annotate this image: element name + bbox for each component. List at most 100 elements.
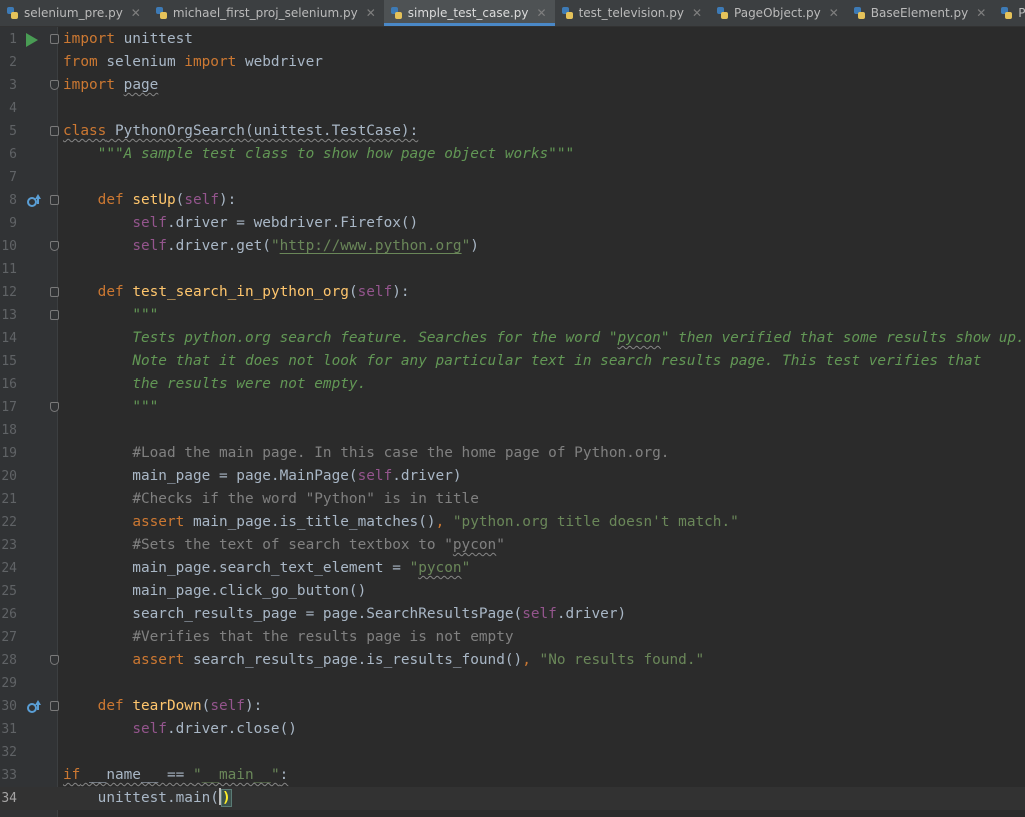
close-tab-icon[interactable]: ✕ <box>692 6 702 20</box>
code-line[interactable]: 2 from selenium import webdriver <box>0 51 1025 74</box>
tab-label: selenium_pre.py <box>24 6 123 20</box>
line-number: 15 <box>1 354 17 369</box>
code-line[interactable]: 15 Note that it does not look for any pa… <box>0 350 1025 373</box>
code-line[interactable]: 32 <box>0 741 1025 764</box>
code-token: pycon <box>418 560 462 576</box>
fold-marker-icon[interactable] <box>50 287 59 297</box>
tab-baseelement-py[interactable]: BaseElement.py ✕ <box>847 0 995 26</box>
code-text: self.driver.close() <box>63 718 297 741</box>
line-number: 26 <box>1 607 17 622</box>
code-token: self <box>210 698 245 714</box>
code-line[interactable]: 4 <box>0 97 1025 120</box>
code-text: assert search_results_page.is_results_fo… <box>63 649 704 672</box>
run-icon[interactable] <box>26 33 38 47</box>
code-line[interactable]: 6 """A sample test class to show how pag… <box>0 143 1025 166</box>
code-token: " <box>409 560 419 576</box>
fold-marker-icon[interactable] <box>50 126 59 136</box>
code-token: .driver.get( <box>166 238 271 254</box>
close-tab-icon[interactable]: ✕ <box>976 6 986 20</box>
line-number: 25 <box>1 584 17 599</box>
code-token: ): <box>392 284 410 300</box>
code-line[interactable]: 17 """ <box>0 396 1025 419</box>
fold-marker-icon[interactable] <box>50 241 59 251</box>
code-line[interactable]: 12 def test_search_in_python_org(self): <box>0 281 1025 304</box>
code-line[interactable]: 29 <box>0 672 1025 695</box>
code-line[interactable]: 13 """ <box>0 304 1025 327</box>
code-token: unittest.main( <box>63 790 219 806</box>
code-text: """ <box>63 304 158 327</box>
code-line[interactable]: 24 main_page.search_text_element = "pyco… <box>0 557 1025 580</box>
tab-simple-test-case-py[interactable]: simple_test_case.py ✕ <box>383 0 555 26</box>
code-token: " <box>496 537 505 553</box>
override-method-icon[interactable] <box>27 194 41 207</box>
code-line[interactable]: 31 self.driver.close() <box>0 718 1025 741</box>
editor-tab-bar: selenium_pre.py ✕ michael_first_proj_selen… <box>0 0 1025 27</box>
close-tab-icon[interactable]: ✕ <box>829 6 839 20</box>
code-token: main_page.search_text_element = <box>63 560 410 576</box>
fold-marker-icon[interactable] <box>50 402 59 412</box>
code-token: assert <box>132 514 185 530</box>
code-line[interactable]: 30 def tearDown(self): <box>0 695 1025 718</box>
line-number: 33 <box>1 768 17 783</box>
tab-test-television-py[interactable]: test_television.py ✕ <box>555 0 710 26</box>
code-text: main_page.click_go_button() <box>63 580 366 603</box>
code-token: def <box>97 698 124 714</box>
code-token: search_results_page = page.SearchResults… <box>63 606 523 622</box>
code-line[interactable]: 5 class PythonOrgSearch(unittest.TestCase… <box>0 120 1025 143</box>
code-token: .driver) <box>392 468 462 484</box>
code-line[interactable]: 28 assert search_results_page.is_results… <box>0 649 1025 672</box>
python-file-icon <box>1000 6 1013 20</box>
code-line[interactable]: 16 the results were not empty. <box>0 373 1025 396</box>
code-line[interactable]: 27 #Verifies that the results page is no… <box>0 626 1025 649</box>
fold-marker-icon[interactable] <box>50 195 59 205</box>
code-text: #Sets the text of search textbox to "pyc… <box>63 534 505 557</box>
tab-label: PageObject.py <box>734 6 821 20</box>
code-line[interactable]: 19 #Load the main page. In this case the… <box>0 442 1025 465</box>
code-line[interactable]: 25 main_page.click_go_button() <box>0 580 1025 603</box>
tab-label: michael_first_proj_selenium.py <box>172 6 358 20</box>
code-line[interactable]: 21 #Checks if the word "Python" is in ti… <box>0 488 1025 511</box>
code-text: from selenium import webdriver <box>63 51 323 74</box>
code-line[interactable]: 23 #Sets the text of search textbox to "… <box>0 534 1025 557</box>
fold-marker-icon[interactable] <box>50 34 59 44</box>
close-tab-icon[interactable]: ✕ <box>537 6 547 20</box>
code-line[interactable]: 33 if __name__ == "__main__": <box>0 764 1025 787</box>
tab-po-run-py[interactable]: PO_run.py✕ <box>994 0 1025 26</box>
code-line[interactable]: 22 assert main_page.is_title_matches(), … <box>0 511 1025 534</box>
code-editor[interactable]: 1 import unittest 2 from selenium import we… <box>0 27 1025 817</box>
code-line[interactable]: 34 unittest.main() <box>0 787 1025 810</box>
line-number: 20 <box>1 469 17 484</box>
code-line[interactable]: 14 Tests python.org search feature. Sear… <box>0 327 1025 350</box>
code-line[interactable]: 26 search_results_page = page.SearchResu… <box>0 603 1025 626</box>
fold-marker-icon[interactable] <box>50 701 59 711</box>
code-line[interactable]: 11 <box>0 258 1025 281</box>
code-line[interactable]: 1 import unittest <box>0 28 1025 51</box>
code-text: #Verifies that the results page is not e… <box>63 626 513 649</box>
code-line[interactable]: 18 <box>0 419 1025 442</box>
code-token: __name__ == <box>80 767 193 783</box>
code-line[interactable]: 9 self.driver = webdriver.Firefox() <box>0 212 1025 235</box>
code-line[interactable]: 7 <box>0 166 1025 189</box>
tab-selenium-pre-py[interactable]: selenium_pre.py ✕ <box>0 0 149 26</box>
code-text: the results were not empty. <box>63 373 366 396</box>
fold-marker-icon[interactable] <box>50 310 59 320</box>
fold-marker-icon[interactable] <box>50 655 59 665</box>
code-line[interactable]: 3 import page <box>0 74 1025 97</box>
line-number: 4 <box>9 101 17 116</box>
python-file-icon <box>561 6 574 20</box>
code-line[interactable]: 20 main_page = page.MainPage(self.driver… <box>0 465 1025 488</box>
close-tab-icon[interactable]: ✕ <box>366 6 376 20</box>
code-text: def setUp(self): <box>63 189 237 212</box>
close-tab-icon[interactable]: ✕ <box>131 6 141 20</box>
code-token: : <box>279 767 289 783</box>
override-method-icon[interactable] <box>27 700 41 713</box>
fold-marker-icon[interactable] <box>50 80 59 90</box>
code-line[interactable]: 10 self.driver.get("http://www.python.or… <box>0 235 1025 258</box>
tab-michael-first-proj-selenium-py[interactable]: michael_first_proj_selenium.py ✕ <box>149 0 384 26</box>
code-line[interactable]: 8 def setUp(self): <box>0 189 1025 212</box>
tab-pageobject-py[interactable]: PageObject.py ✕ <box>710 0 847 26</box>
